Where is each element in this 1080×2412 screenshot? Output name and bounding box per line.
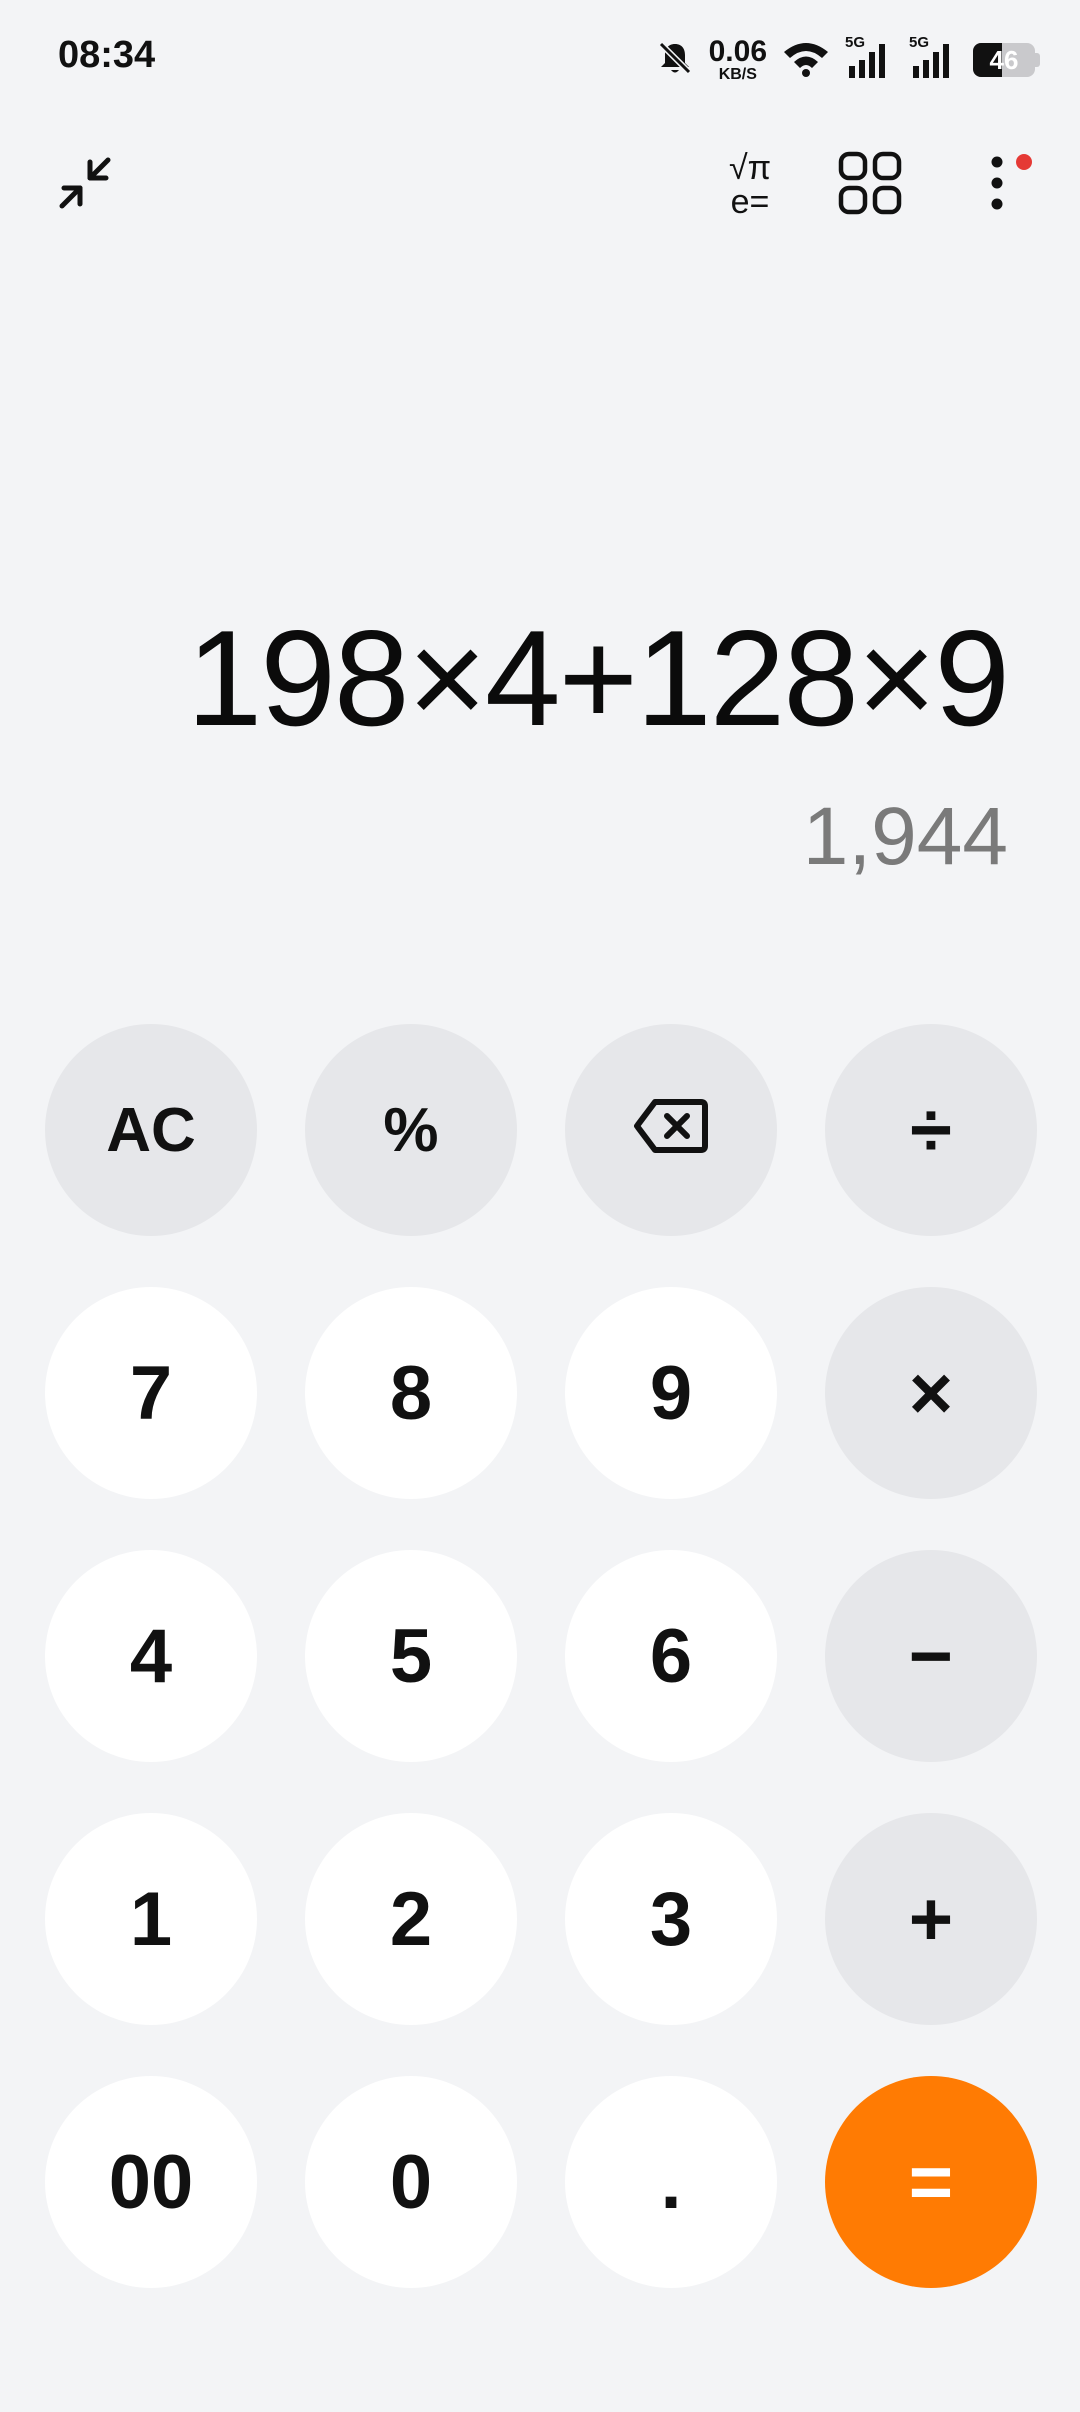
decimal-button[interactable]: .: [565, 2076, 777, 2288]
digit-6-button[interactable]: 6: [565, 1550, 777, 1762]
digit-3-button[interactable]: 3: [565, 1813, 777, 2025]
scientific-icon: √π e=: [729, 151, 771, 219]
double-zero-label: 00: [108, 2139, 194, 2225]
clear-button[interactable]: AC: [45, 1024, 257, 1236]
add-label: +: [908, 1876, 954, 1962]
digit-8-label: 8: [389, 1350, 433, 1436]
net-speed-value: 0.06: [708, 35, 767, 68]
notification-dot: [1016, 154, 1032, 170]
digit-1-label: 1: [129, 1876, 173, 1962]
status-bar: 08:34 0.06 KB/S 5G 5G 46: [0, 0, 1080, 120]
subtract-button[interactable]: −: [825, 1550, 1037, 1762]
digit-0-label: 0: [389, 2139, 433, 2225]
sim2-label: 5G: [909, 34, 930, 51]
status-icons: 0.06 KB/S 5G 5G 46: [655, 34, 1040, 86]
digit-1-button[interactable]: 1: [45, 1813, 257, 2025]
net-speed-unit: KB/S: [718, 66, 757, 83]
battery-indicator: 46: [973, 43, 1040, 77]
digit-6-label: 6: [649, 1613, 693, 1699]
backspace-icon: [633, 1087, 709, 1174]
percent-label: %: [383, 1095, 439, 1165]
grid-icon: [837, 150, 903, 221]
scientific-mode-button[interactable]: √π e=: [700, 140, 800, 230]
digit-4-label: 4: [129, 1613, 173, 1699]
equals-button[interactable]: =: [825, 2076, 1037, 2288]
percent-button[interactable]: %: [305, 1024, 517, 1236]
expression-display: 198×4+128×9: [186, 602, 1010, 754]
digit-9-button[interactable]: 9: [565, 1287, 777, 1499]
signal-sim2: 5G: [909, 34, 959, 80]
status-time: 08:34: [58, 34, 156, 76]
add-button[interactable]: +: [825, 1813, 1037, 2025]
divide-button[interactable]: ÷: [825, 1024, 1037, 1236]
multiply-button[interactable]: ×: [825, 1287, 1037, 1499]
scientific-label-bottom: e=: [730, 183, 770, 221]
battery-tip: [1035, 53, 1040, 67]
digit-5-label: 5: [389, 1613, 433, 1699]
multiply-label: ×: [908, 1350, 954, 1436]
mute-bell-icon: [655, 38, 695, 83]
subtract-label: −: [908, 1613, 954, 1699]
result-preview: 1,944: [802, 791, 1008, 882]
sim1-label: 5G: [845, 34, 866, 51]
digit-9-label: 9: [649, 1350, 693, 1436]
decimal-label: .: [660, 2139, 682, 2225]
wifi-icon: [781, 38, 831, 83]
toolbar: √π e=: [0, 130, 1080, 240]
collapse-button[interactable]: [40, 140, 130, 230]
backspace-button[interactable]: [565, 1024, 777, 1236]
divide-label: ÷: [910, 1087, 952, 1173]
battery-level: 46: [989, 44, 1019, 75]
digit-4-button[interactable]: 4: [45, 1550, 257, 1762]
more-options-button[interactable]: [952, 140, 1042, 230]
converter-button[interactable]: [825, 140, 915, 230]
battery-icon: 46: [973, 43, 1035, 77]
more-vert-icon: [987, 150, 1007, 221]
clear-label: AC: [106, 1095, 196, 1165]
digit-8-button[interactable]: 8: [305, 1287, 517, 1499]
digit-2-button[interactable]: 2: [305, 1813, 517, 2025]
digit-2-label: 2: [389, 1876, 433, 1962]
signal-sim1: 5G: [845, 34, 895, 80]
digit-7-button[interactable]: 7: [45, 1287, 257, 1499]
digit-5-button[interactable]: 5: [305, 1550, 517, 1762]
digit-0-button[interactable]: 0: [305, 2076, 517, 2288]
digit-7-label: 7: [129, 1350, 173, 1436]
net-speed: 0.06 KB/S: [709, 37, 767, 83]
digit-3-label: 3: [649, 1876, 693, 1962]
scientific-label-top: √π: [728, 149, 772, 187]
equals-label: =: [908, 2139, 954, 2225]
collapse-icon: [50, 148, 120, 223]
double-zero-button[interactable]: 00: [45, 2076, 257, 2288]
